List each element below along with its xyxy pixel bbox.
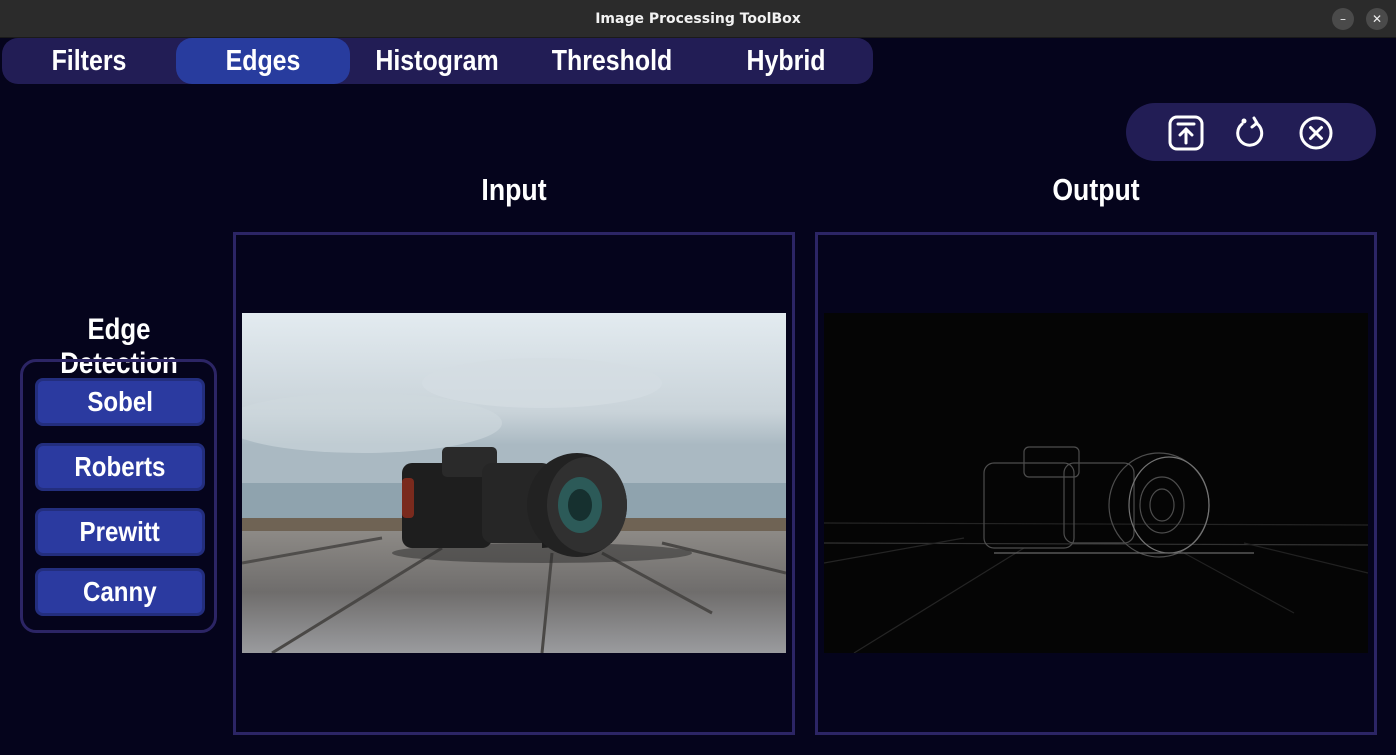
sobel-label: Sobel <box>87 386 153 417</box>
window-titlebar: Image Processing ToolBox – ✕ <box>0 0 1396 38</box>
tab-label: Edges <box>225 45 301 77</box>
input-frame[interactable] <box>233 232 795 735</box>
toolbar <box>1126 103 1376 161</box>
tab-bar: Filters Edges Histogram Threshold Hybrid <box>2 38 873 84</box>
reset-icon[interactable] <box>1232 115 1268 151</box>
prewitt-button[interactable]: Prewitt <box>35 508 205 556</box>
roberts-label: Roberts <box>74 451 166 482</box>
tab-hybrid[interactable]: Hybrid <box>699 38 873 84</box>
input-image <box>242 313 786 653</box>
tab-label: Filters <box>51 45 127 77</box>
window-close-button[interactable]: ✕ <box>1366 8 1388 30</box>
canny-label: Canny <box>83 576 157 607</box>
output-frame[interactable] <box>815 232 1377 735</box>
close-circle-icon[interactable] <box>1298 115 1334 151</box>
tab-label: Hybrid <box>746 45 826 77</box>
edge-detection-panel: Sobel Roberts Prewitt Canny <box>20 359 217 633</box>
tab-label: Threshold <box>551 45 672 77</box>
output-image <box>824 313 1368 653</box>
canny-button[interactable]: Canny <box>35 568 205 616</box>
roberts-button[interactable]: Roberts <box>35 443 205 491</box>
tab-threshold[interactable]: Threshold <box>525 38 699 84</box>
upload-icon[interactable] <box>1168 115 1204 151</box>
tab-edges[interactable]: Edges <box>176 38 351 84</box>
minimize-button[interactable]: – <box>1332 8 1354 30</box>
window-title: Image Processing ToolBox <box>595 11 801 27</box>
output-title: Output <box>1052 172 1140 207</box>
tab-label: Histogram <box>375 45 500 77</box>
tab-histogram[interactable]: Histogram <box>350 38 524 84</box>
sobel-button[interactable]: Sobel <box>35 378 205 426</box>
prewitt-label: Prewitt <box>79 516 161 547</box>
input-title: Input <box>481 172 547 207</box>
tab-filters[interactable]: Filters <box>2 38 176 84</box>
